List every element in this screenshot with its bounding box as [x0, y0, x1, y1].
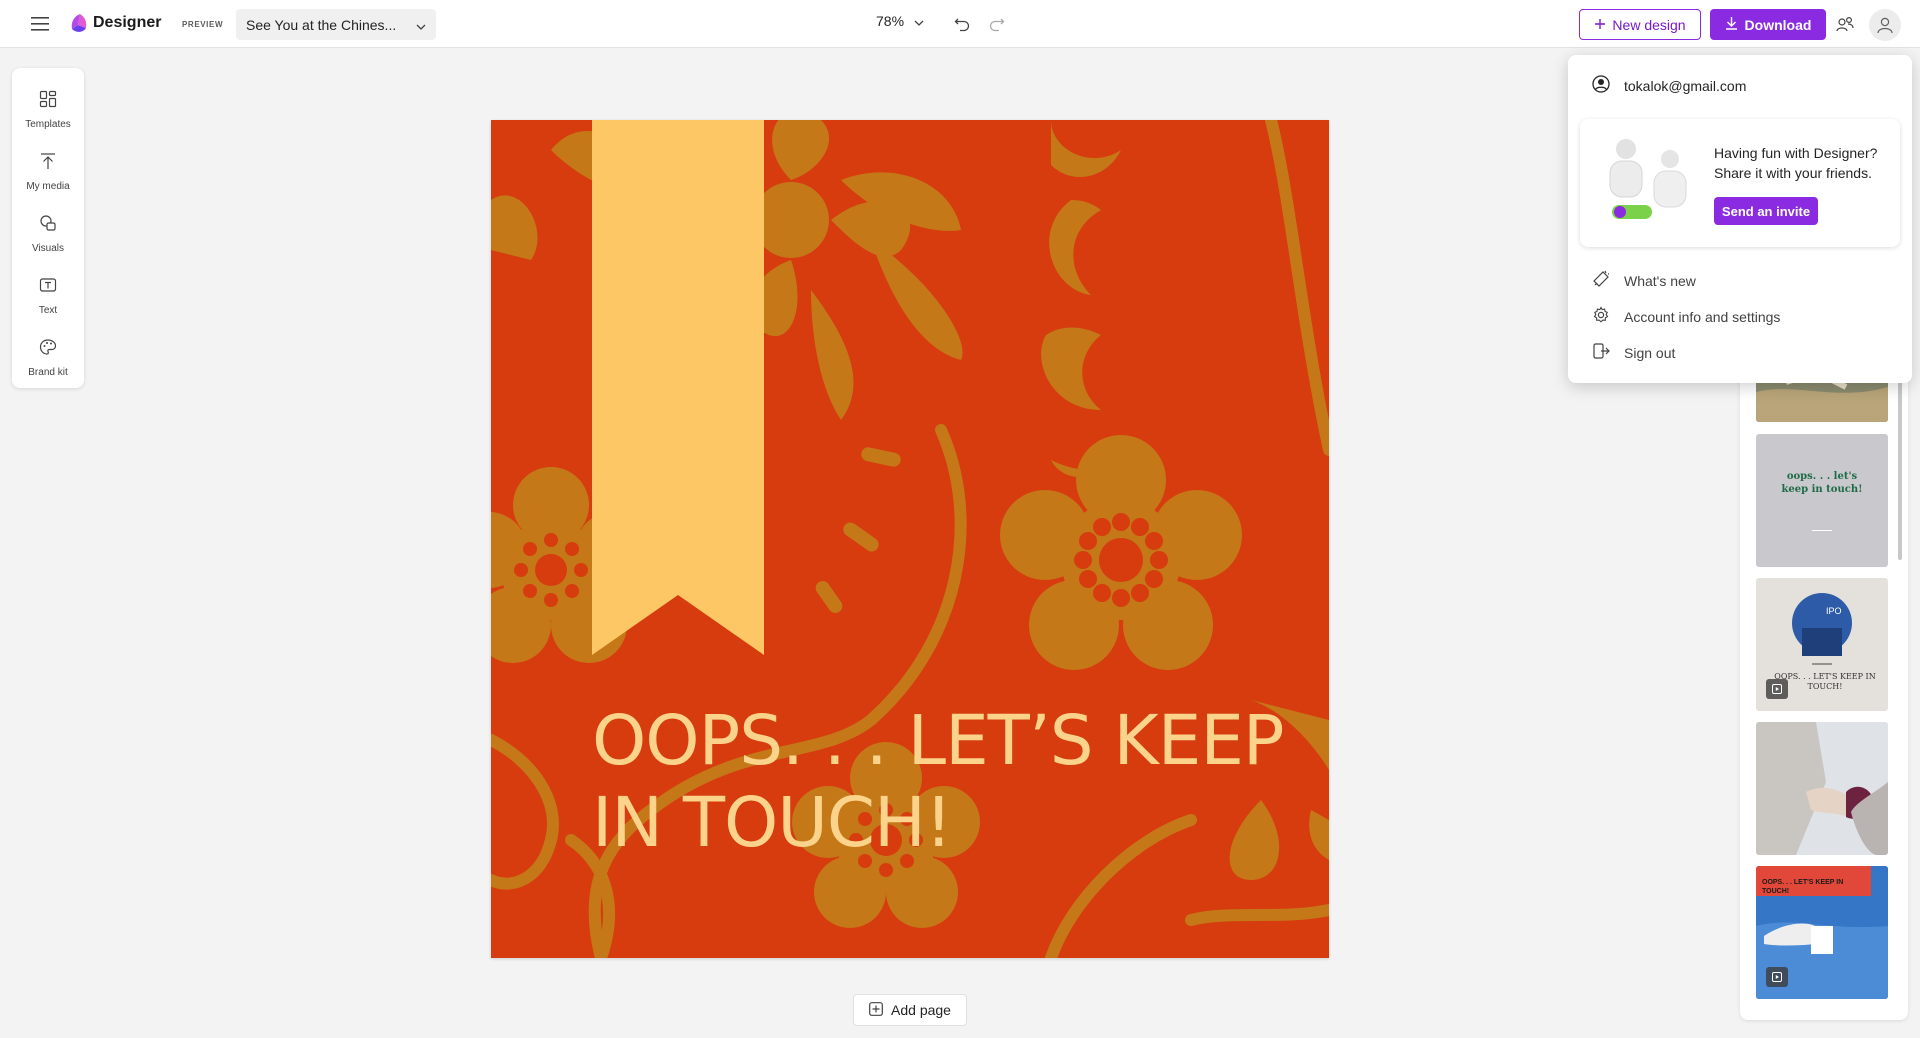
templates-icon [39, 90, 57, 113]
megaphone-icon [1592, 270, 1610, 291]
zoom-level: 78% [876, 13, 905, 29]
sign-out-icon [1592, 342, 1610, 363]
preview-badge: PREVIEW [182, 20, 224, 29]
upload-icon [39, 152, 57, 175]
menu-item-sign-out[interactable]: Sign out [1592, 342, 1675, 363]
text-icon [39, 276, 57, 299]
account-email: tokalok@gmail.com [1624, 77, 1747, 94]
gear-icon [1592, 306, 1610, 327]
download-button[interactable]: Download [1710, 9, 1826, 40]
rail-label-templates: Templates [25, 119, 71, 130]
hamburger-menu-icon[interactable] [26, 12, 54, 36]
top-bar: Designer PREVIEW See You at the Chines..… [0, 0, 1920, 48]
menu-item-account-settings[interactable]: Account info and settings [1592, 306, 1780, 327]
menu-item-label: Account info and settings [1624, 308, 1781, 325]
invite-card: Having fun with Designer? Share it with … [1580, 119, 1900, 247]
add-square-icon [869, 1001, 883, 1019]
rail-label-visuals: Visuals [31, 243, 65, 254]
account-menu: tokalok@gmail.com Having fun with Design… [1568, 55, 1912, 383]
chevron-down-icon [416, 17, 426, 33]
thumbnail-divider [1812, 530, 1832, 531]
thumbnail-2-text: oops. . . let's keep in touch! [1781, 471, 1863, 495]
add-page-label: Add page [891, 1002, 951, 1018]
share-people-icon[interactable] [1833, 12, 1857, 36]
thumbnail-5-text: OOPS. . . LET'S KEEP IN TOUCH! [1762, 879, 1844, 895]
document-title: See You at the Chines... [246, 16, 397, 33]
svg-text:IPO: IPO [1826, 606, 1842, 616]
invite-line-1: Having fun with Designer? [1714, 145, 1878, 161]
panel-scrollbar[interactable] [1898, 380, 1902, 560]
new-design-button[interactable]: New design [1579, 9, 1701, 40]
headline-line-1: OOPS. . . LET’S KEEP [592, 701, 1285, 781]
document-title-dropdown[interactable]: See You at the Chines... [236, 9, 436, 40]
rail-item-visuals[interactable]: Visuals [12, 206, 84, 262]
headline-line-2: IN TOUCH! [592, 783, 953, 863]
headline-text[interactable]: OOPS. . . LET’S KEEP IN TOUCH! [592, 700, 1292, 864]
menu-item-label: Sign out [1624, 344, 1676, 361]
new-design-label: New design [1612, 16, 1686, 33]
rail-item-templates[interactable]: Templates [12, 82, 84, 138]
design-canvas[interactable]: OOPS. . . LET’S KEEP IN TOUCH! [491, 120, 1329, 958]
thumbnail-5[interactable]: OOPS. . . LET'S KEEP IN TOUCH! [1756, 866, 1888, 999]
invite-line-2: Share it with your friends. [1714, 165, 1872, 181]
menu-item-whats-new[interactable]: What's new [1592, 270, 1696, 291]
redo-icon[interactable] [985, 12, 1009, 36]
thumbnail-4[interactable] [1756, 722, 1888, 855]
video-play-icon [1766, 679, 1788, 699]
plus-icon [1594, 17, 1606, 33]
visuals-icon [39, 214, 57, 237]
invite-message: Having fun with Designer? Share it with … [1714, 143, 1890, 183]
invite-illustration [1609, 139, 1687, 219]
menu-item-label: What's new [1624, 272, 1696, 289]
palette-icon [39, 338, 57, 361]
video-play-icon [1766, 967, 1788, 987]
download-icon [1725, 16, 1738, 33]
app-name: Designer [93, 14, 162, 31]
avatar[interactable] [1869, 9, 1901, 41]
add-page-button[interactable]: Add page [853, 994, 967, 1026]
chevron-down-icon [914, 13, 924, 29]
rail-item-text[interactable]: Text [12, 268, 84, 324]
rail-item-my-media[interactable]: My media [12, 144, 84, 200]
ribbon-banner [592, 120, 764, 655]
designer-logo-icon [68, 12, 90, 36]
thumbnail-3[interactable]: IPO OOPS. . . LET'S KEEP IN TOUCH! [1756, 578, 1888, 711]
rail-item-brand-kit[interactable]: Brand kit [12, 330, 84, 386]
thumbnail-2[interactable]: oops. . . let's keep in touch! [1756, 434, 1888, 567]
account-email-row: tokalok@gmail.com [1592, 75, 1746, 96]
zoom-dropdown[interactable]: 78% [876, 13, 924, 29]
rail-label-brand-kit: Brand kit [28, 367, 68, 378]
left-tool-rail: Templates My media Visuals Text Brand ki… [12, 68, 84, 388]
send-invite-button[interactable]: Send an invite [1714, 197, 1818, 225]
undo-icon[interactable] [950, 12, 974, 36]
thumbnail-image [1756, 722, 1888, 855]
download-label: Download [1744, 16, 1812, 33]
account-circle-icon [1592, 75, 1610, 96]
rail-label-my-media: My media [26, 181, 70, 192]
rail-label-text: Text [38, 305, 58, 316]
